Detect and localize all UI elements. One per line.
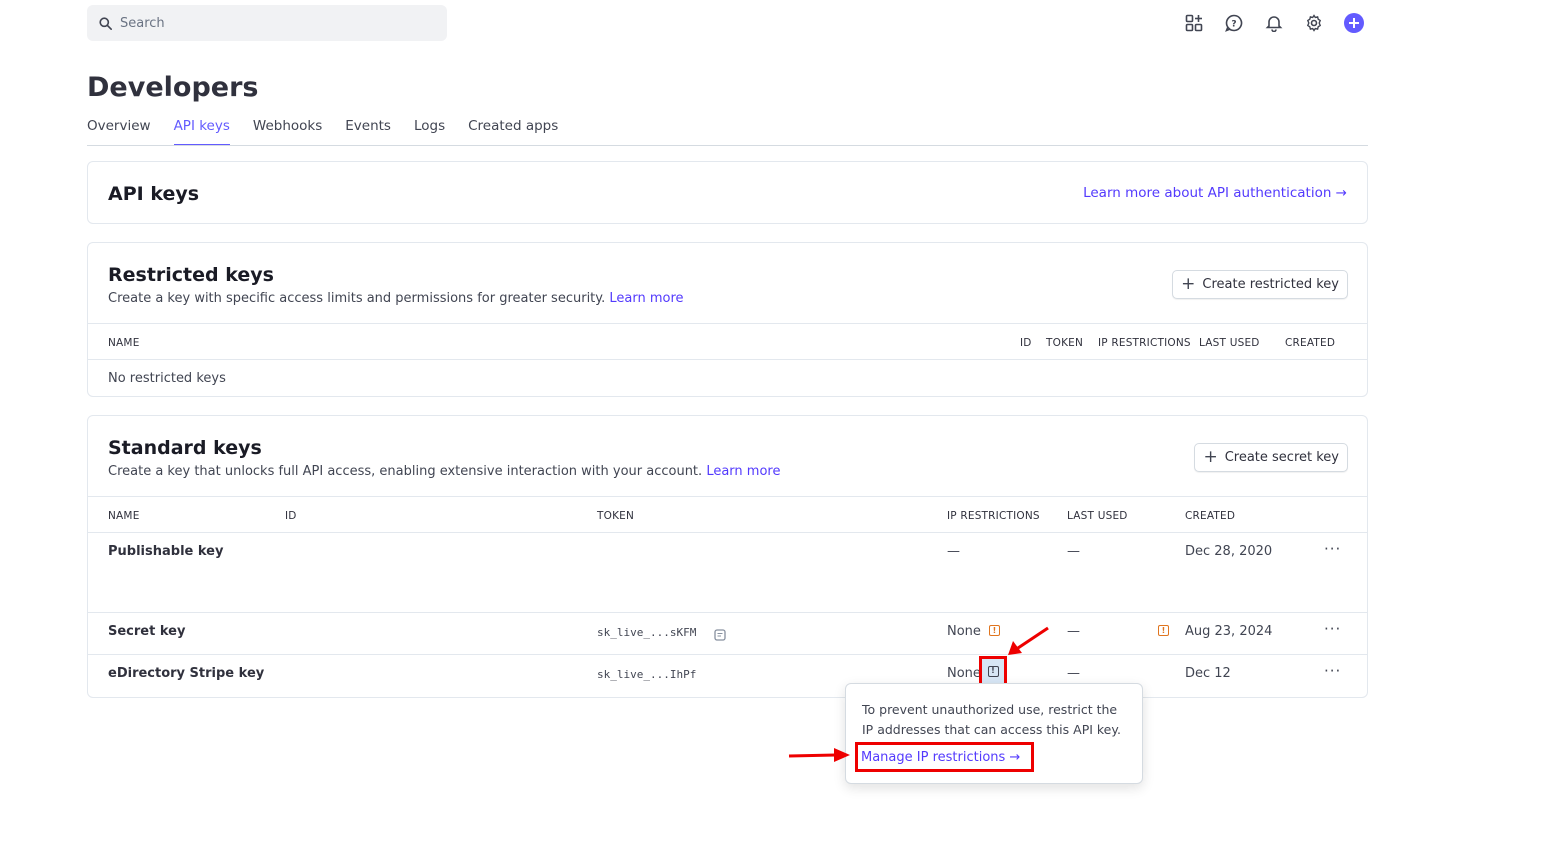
key-name: eDirectory Stripe key bbox=[108, 666, 265, 681]
more-actions-button[interactable]: ··· bbox=[1324, 620, 1341, 638]
key-created: Dec 12 bbox=[1185, 666, 1231, 681]
key-name: Publishable key bbox=[108, 544, 224, 559]
col-name: NAME bbox=[108, 510, 140, 522]
restricted-keys-subtitle: Create a key with specific access limits… bbox=[108, 291, 684, 306]
search-placeholder: Search bbox=[120, 15, 165, 31]
tooltip-text: To prevent unauthorized use, restrict th… bbox=[862, 702, 1121, 737]
tab-events[interactable]: Events bbox=[345, 118, 391, 146]
page-title: Developers bbox=[87, 72, 259, 103]
api-auth-link[interactable]: Learn more about API authentication → bbox=[1083, 185, 1347, 201]
help-icon[interactable]: ? bbox=[1223, 12, 1245, 34]
create-secret-key-button[interactable]: + Create secret key bbox=[1194, 443, 1348, 472]
key-created: Dec 28, 2020 bbox=[1185, 544, 1273, 559]
col-token: TOKEN bbox=[597, 510, 635, 522]
key-ip: None bbox=[947, 666, 981, 681]
standard-keys-title: Standard keys bbox=[108, 437, 262, 459]
api-keys-title: API keys bbox=[108, 183, 200, 205]
col-ip-restrictions: IP RESTRICTIONS bbox=[947, 510, 1040, 522]
search-bar[interactable]: Search bbox=[87, 5, 447, 41]
key-last-used: — bbox=[1067, 666, 1080, 681]
restricted-keys-title: Restricted keys bbox=[108, 264, 274, 286]
key-last-used: — bbox=[1067, 544, 1080, 559]
more-actions-button[interactable]: ··· bbox=[1324, 662, 1341, 680]
manage-ip-link-highlight: Manage IP restrictions → bbox=[855, 742, 1034, 772]
plus-icon: + bbox=[1203, 447, 1218, 467]
col-id: ID bbox=[285, 510, 297, 522]
top-toolbar: ? bbox=[1183, 12, 1365, 34]
standard-keys-card: Standard keys Create a key that unlocks … bbox=[87, 415, 1368, 698]
divider bbox=[88, 359, 1367, 360]
tab-bar: Overview API keys Webhooks Events Logs C… bbox=[87, 118, 558, 146]
col-created: CREATED bbox=[1185, 510, 1236, 522]
divider bbox=[88, 612, 1367, 613]
arrow-to-manage-link bbox=[788, 748, 850, 762]
divider bbox=[88, 654, 1367, 655]
warning-icon[interactable]: ! bbox=[987, 665, 999, 677]
key-ip: — bbox=[947, 544, 960, 559]
col-token: TOKEN bbox=[1046, 337, 1084, 349]
apps-grid-icon[interactable] bbox=[1183, 12, 1205, 34]
key-last-used: — bbox=[1067, 624, 1080, 639]
gear-icon[interactable] bbox=[1303, 12, 1325, 34]
tab-api-keys[interactable]: API keys bbox=[173, 118, 230, 146]
empty-state: No restricted keys bbox=[108, 371, 226, 386]
tab-logs[interactable]: Logs bbox=[414, 118, 445, 146]
manage-ip-restrictions-link[interactable]: Manage IP restrictions → bbox=[861, 750, 1020, 765]
svg-text:?: ? bbox=[1231, 20, 1236, 30]
col-id: ID bbox=[1020, 337, 1032, 349]
col-created: CREATED bbox=[1285, 337, 1336, 349]
restricted-keys-card: Restricted keys Create a key with specif… bbox=[87, 242, 1368, 397]
search-icon bbox=[99, 16, 112, 30]
warning-icon[interactable]: ! bbox=[989, 625, 1000, 636]
tab-created-apps[interactable]: Created apps bbox=[468, 118, 558, 146]
col-last-used: LAST USED bbox=[1199, 337, 1260, 349]
divider bbox=[88, 323, 1367, 324]
key-name: Secret key bbox=[108, 624, 186, 639]
bell-icon[interactable] bbox=[1263, 12, 1285, 34]
key-token: sk_live_...sKFM bbox=[597, 626, 697, 639]
more-actions-button[interactable]: ··· bbox=[1324, 540, 1341, 558]
tabs-divider bbox=[87, 145, 1368, 146]
standard-keys-subtitle: Create a key that unlocks full API acces… bbox=[108, 464, 781, 479]
ip-warning-highlight[interactable]: ! bbox=[979, 656, 1007, 686]
key-created: Aug 23, 2024 bbox=[1185, 624, 1273, 639]
key-token: sk_live_...IhPf bbox=[597, 668, 697, 681]
col-name: NAME bbox=[108, 337, 140, 349]
col-last-used: LAST USED bbox=[1067, 510, 1128, 522]
divider bbox=[88, 496, 1367, 497]
create-restricted-key-button[interactable]: + Create restricted key bbox=[1172, 270, 1348, 299]
divider bbox=[88, 532, 1367, 533]
tab-webhooks[interactable]: Webhooks bbox=[253, 118, 322, 146]
plus-circle-icon[interactable] bbox=[1343, 12, 1365, 34]
copy-icon[interactable] bbox=[714, 626, 726, 645]
col-ip-restrictions: IP RESTRICTIONS bbox=[1098, 337, 1191, 349]
key-ip: None bbox=[947, 624, 981, 639]
restricted-learn-more-link[interactable]: Learn more bbox=[609, 291, 683, 306]
api-keys-card: API keys Learn more about API authentica… bbox=[87, 161, 1368, 224]
tab-overview[interactable]: Overview bbox=[87, 118, 151, 146]
plus-icon: + bbox=[1181, 274, 1196, 294]
warning-icon[interactable]: ! bbox=[1158, 625, 1169, 636]
standard-learn-more-link[interactable]: Learn more bbox=[706, 464, 780, 479]
